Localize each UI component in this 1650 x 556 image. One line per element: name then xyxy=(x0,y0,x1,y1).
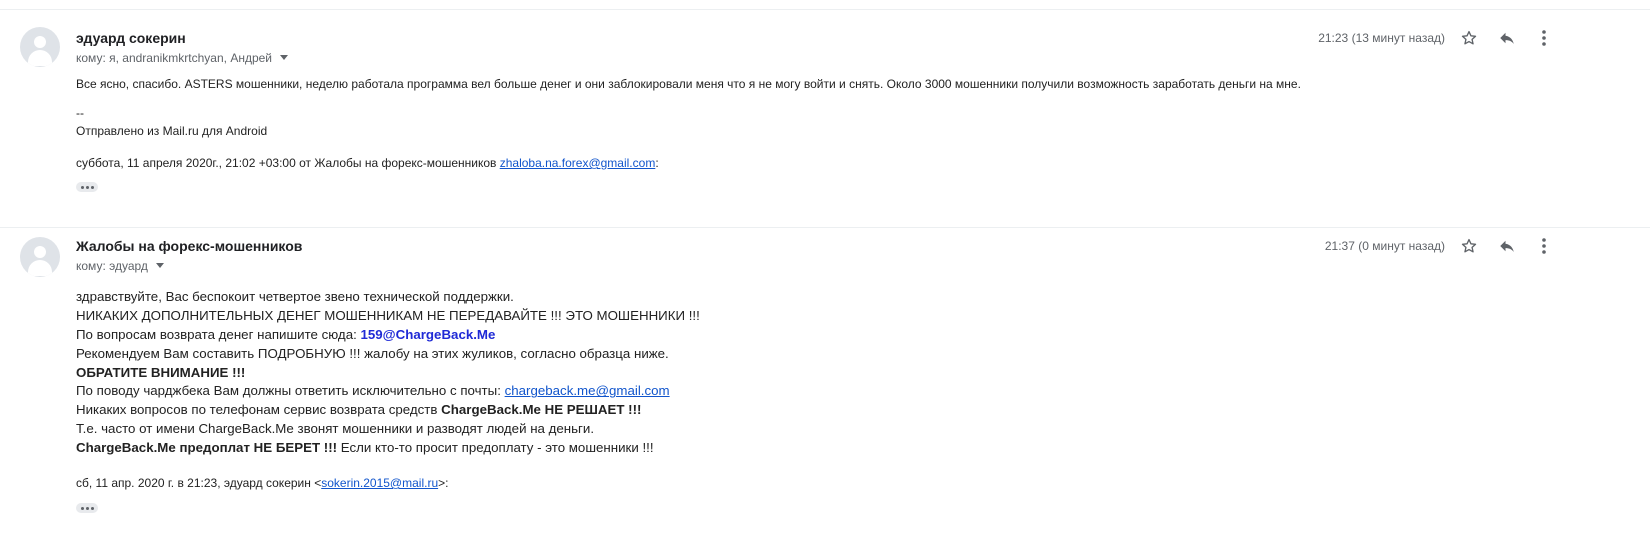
sender-name[interactable]: эдуард сокерин xyxy=(76,30,186,46)
show-trimmed-content-button[interactable] xyxy=(76,503,98,513)
sender-avatar[interactable] xyxy=(20,237,60,277)
recipients-line[interactable]: кому: эдуард xyxy=(76,259,164,273)
recipients-text: кому: эдуард xyxy=(76,259,148,273)
body-line: Рекомендуем Вам составить ПОДРОБНУЮ !!! … xyxy=(76,345,669,361)
more-vert-icon[interactable] xyxy=(1532,234,1556,258)
sender-avatar[interactable] xyxy=(20,27,60,67)
body-line: НИКАКИХ ДОПОЛНИТЕЛЬНЫХ ДЕНЕГ МОШЕННИКАМ … xyxy=(76,307,700,323)
show-trimmed-content-button[interactable] xyxy=(76,182,98,192)
quote-header-suffix: : xyxy=(655,156,659,170)
message-time[interactable]: 21:23 (13 минут назад) xyxy=(1318,31,1445,45)
signature-separator: -- xyxy=(76,106,84,120)
sender-name[interactable]: Жалобы на форекс-мошенников xyxy=(76,238,302,254)
quote-header-text: суббота, 11 апреля 2020г., 21:02 +03:00 … xyxy=(76,156,500,170)
quote-header: сб, 11 апр. 2020 г. в 21:23, эдуард соке… xyxy=(76,476,448,490)
star-icon[interactable] xyxy=(1457,234,1481,258)
reply-icon[interactable] xyxy=(1495,26,1519,50)
body-text-bold: ChargeBack.Me предоплат НЕ БЕРЕТ !!! xyxy=(76,440,338,456)
quote-email-link[interactable]: zhaloba.na.forex@gmail.com xyxy=(500,156,656,170)
chevron-down-icon[interactable] xyxy=(155,263,164,268)
body-text: Никаких вопросов по телефонам сервис воз… xyxy=(76,402,442,418)
reply-icon[interactable] xyxy=(1495,234,1519,258)
chevron-down-icon[interactable] xyxy=(280,55,289,60)
dot xyxy=(80,185,84,189)
dot xyxy=(85,506,89,510)
body-text: По поводу чарджбека Вам должны ответить … xyxy=(76,383,505,399)
dot xyxy=(90,185,94,189)
message-time[interactable]: 21:37 (0 минут назад) xyxy=(1325,239,1445,253)
body-line: По вопросам возврата денег напишите сюда… xyxy=(76,326,700,345)
chargeback-email-link[interactable]: chargeback.me@gmail.com xyxy=(505,383,670,398)
dot xyxy=(80,506,84,510)
body-line: Т.е. часто от имени ChargeBack.Me звонят… xyxy=(76,421,595,437)
recipients-line[interactable]: кому: я, andranikmkrtchyan, Андрей xyxy=(76,51,289,65)
body-text: Если кто-то просит предоплату - это моше… xyxy=(337,440,654,456)
signature: Отправлено из Mail.ru для Android xyxy=(76,124,268,138)
quote-email-link[interactable]: sokerin.2015@mail.ru xyxy=(321,476,438,490)
avatar-head-shape xyxy=(34,246,46,258)
recipients-text: кому: я, andranikmkrtchyan, Андрей xyxy=(76,51,273,65)
body-line-bold: ОБРАТИТЕ ВНИМАНИЕ !!! xyxy=(76,364,246,380)
body-text-bold: ChargeBack.Me НЕ РЕШАЕТ !!! xyxy=(441,402,642,418)
message-1: эдуард сокерин кому: я, andranikmkrtchya… xyxy=(0,0,1650,228)
body-line: По поводу чарджбека Вам должны ответить … xyxy=(76,382,700,401)
avatar-head-shape xyxy=(34,36,46,48)
star-icon[interactable] xyxy=(1457,26,1481,50)
message-body: здравствуйте, Вас беспокоит четвертое зв… xyxy=(76,288,700,458)
message-2: Жалобы на форекс-мошенников кому: эдуард… xyxy=(0,228,1650,556)
dot xyxy=(90,506,94,510)
avatar-body-shape xyxy=(28,260,52,276)
quote-header-text: сб, 11 апр. 2020 г. в 21:23, эдуард соке… xyxy=(76,476,322,490)
body-text: По вопросам возврата денег напишите сюда… xyxy=(76,326,361,342)
avatar-body-shape xyxy=(28,50,52,66)
more-vert-icon[interactable] xyxy=(1532,26,1556,50)
message-body: Все ясно, спасибо. ASTERS мошенники, нед… xyxy=(76,77,1301,91)
body-line: здравствуйте, Вас беспокоит четвертое зв… xyxy=(76,289,514,304)
quote-header-suffix: >: xyxy=(438,476,449,490)
support-email-link[interactable]: 159@ChargeBack.Me xyxy=(360,327,495,342)
body-line: ChargeBack.Me предоплат НЕ БЕРЕТ !!! Есл… xyxy=(76,439,700,458)
body-line: Никаких вопросов по телефонам сервис воз… xyxy=(76,401,700,420)
quote-header: суббота, 11 апреля 2020г., 21:02 +03:00 … xyxy=(76,156,659,170)
dot xyxy=(85,185,89,189)
